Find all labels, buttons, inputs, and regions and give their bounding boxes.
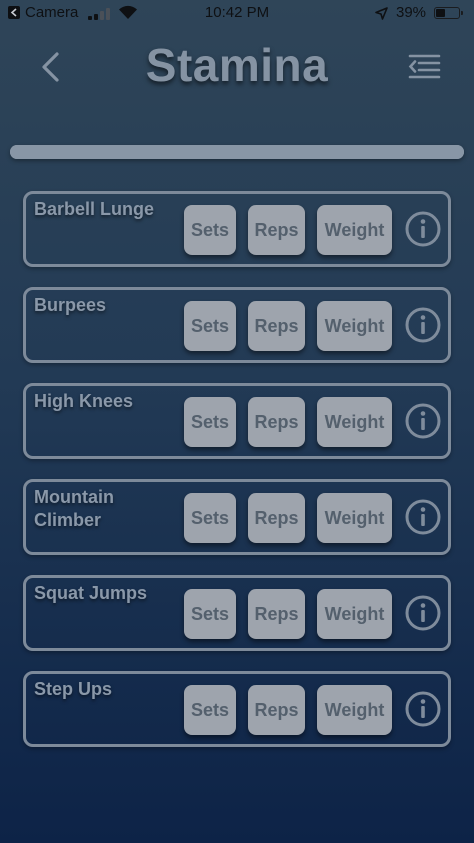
weight-button[interactable]: Weight	[317, 205, 392, 255]
sets-button[interactable]: Sets	[184, 301, 236, 351]
exercise-row: Step Ups Sets Reps Weight	[23, 671, 451, 747]
reps-button[interactable]: Reps	[248, 589, 305, 639]
menu-button[interactable]	[406, 50, 442, 82]
info-button[interactable]	[404, 402, 442, 440]
exercise-name: Burpees	[34, 295, 107, 315]
exercise-name: Mountain Climber	[34, 487, 114, 530]
info-icon	[405, 691, 441, 727]
reps-button[interactable]: Reps	[248, 301, 305, 351]
sets-button[interactable]: Sets	[184, 589, 236, 639]
info-icon	[405, 499, 441, 535]
info-icon	[405, 211, 441, 247]
reps-button[interactable]: Reps	[248, 685, 305, 735]
info-button[interactable]	[404, 690, 442, 728]
exercise-row: Burpees Sets Reps Weight	[23, 287, 451, 363]
exercise-name: Squat Jumps	[34, 583, 148, 603]
status-bar: Camera 10:42 PM 39%	[0, 0, 474, 26]
battery-fill	[436, 9, 446, 17]
location-arrow-icon	[375, 7, 388, 20]
menu-list-icon	[408, 54, 441, 79]
info-button[interactable]	[404, 498, 442, 536]
info-button[interactable]	[404, 210, 442, 248]
exercise-list: Barbell Lunge Sets Reps Weight Burpees S…	[23, 191, 451, 767]
info-button[interactable]	[404, 594, 442, 632]
info-button[interactable]	[404, 306, 442, 344]
exercise-row: Mountain Climber Sets Reps Weight	[23, 479, 451, 555]
reps-button[interactable]: Reps	[248, 493, 305, 543]
sets-button[interactable]: Sets	[184, 397, 236, 447]
weight-button[interactable]: Weight	[317, 397, 392, 447]
weight-button[interactable]: Weight	[317, 589, 392, 639]
sets-button[interactable]: Sets	[184, 685, 236, 735]
sets-button[interactable]: Sets	[184, 493, 236, 543]
info-icon	[405, 307, 441, 343]
weight-button[interactable]: Weight	[317, 685, 392, 735]
sets-button[interactable]: Sets	[184, 205, 236, 255]
info-icon	[405, 403, 441, 439]
exercise-row: High Knees Sets Reps Weight	[23, 383, 451, 459]
exercise-name: Step Ups	[34, 679, 113, 699]
battery-percent: 39%	[396, 4, 427, 21]
progress-bar	[10, 145, 464, 159]
page-title: Stamina	[145, 39, 329, 91]
exercise-row: Squat Jumps Sets Reps Weight	[23, 575, 451, 651]
progress-fill	[10, 145, 464, 159]
weight-button[interactable]: Weight	[317, 493, 392, 543]
exercise-name: High Knees	[34, 391, 134, 411]
info-icon	[405, 595, 441, 631]
exercise-name: Barbell Lunge	[34, 199, 155, 219]
reps-button[interactable]: Reps	[248, 205, 305, 255]
weight-button[interactable]: Weight	[317, 301, 392, 351]
battery-icon	[434, 7, 463, 19]
reps-button[interactable]: Reps	[248, 397, 305, 447]
exercise-row: Barbell Lunge Sets Reps Weight	[23, 191, 451, 267]
